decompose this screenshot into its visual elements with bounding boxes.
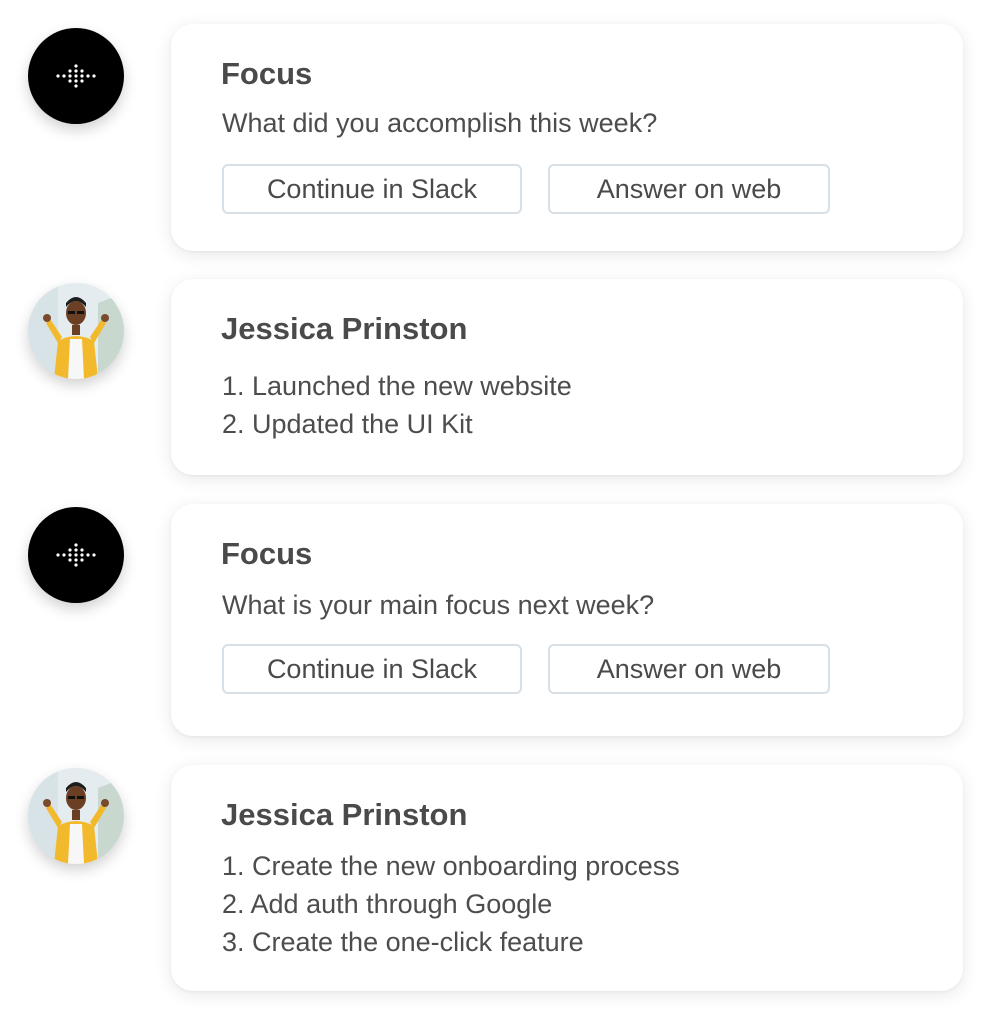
list-item: 1. Launched the new website: [222, 371, 572, 401]
message-card-jessica-2: Jessica Prinston 1. Create the new onboa…: [171, 765, 963, 991]
list-item: 3. Create the one-click feature: [222, 927, 584, 957]
message-author: Focus: [221, 56, 313, 91]
list-item: 1. Create the new onboarding process: [222, 851, 680, 881]
jessica-avatar-photo: [28, 283, 124, 379]
answer-on-web-button[interactable]: Answer on web: [548, 644, 830, 694]
message-author: Focus: [221, 536, 313, 571]
focus-logo-icon: [28, 28, 124, 124]
message-card-jessica-1: Jessica Prinston 1. Launched the new web…: [171, 279, 963, 475]
message-question: What did you accomplish this week?: [222, 108, 658, 138]
jessica-avatar-photo: [28, 768, 124, 864]
jessica-avatar: [28, 768, 124, 864]
list-item: 2. Updated the UI Kit: [222, 409, 473, 439]
focus-logo-icon: [28, 507, 124, 603]
continue-in-slack-button[interactable]: Continue in Slack: [222, 644, 522, 694]
answer-list: 1. Launched the new website 2. Updated t…: [222, 367, 572, 443]
focus-dots-logo-icon: [56, 543, 96, 567]
jessica-avatar: [28, 283, 124, 379]
message-card-focus-1: Focus What did you accomplish this week?…: [171, 24, 963, 251]
message-author: Jessica Prinston: [221, 311, 468, 346]
continue-in-slack-button[interactable]: Continue in Slack: [222, 164, 522, 214]
message-card-focus-2: Focus What is your main focus next week?…: [171, 504, 963, 736]
message-author: Jessica Prinston: [221, 797, 468, 832]
message-feed: Focus What did you accomplish this week?…: [0, 0, 992, 1024]
answer-on-web-button[interactable]: Answer on web: [548, 164, 830, 214]
focus-dots-logo-icon: [56, 64, 96, 88]
list-item: 2. Add auth through Google: [222, 889, 553, 919]
answer-list: 1. Create the new onboarding process 2. …: [222, 847, 680, 961]
message-question: What is your main focus next week?: [222, 590, 655, 620]
